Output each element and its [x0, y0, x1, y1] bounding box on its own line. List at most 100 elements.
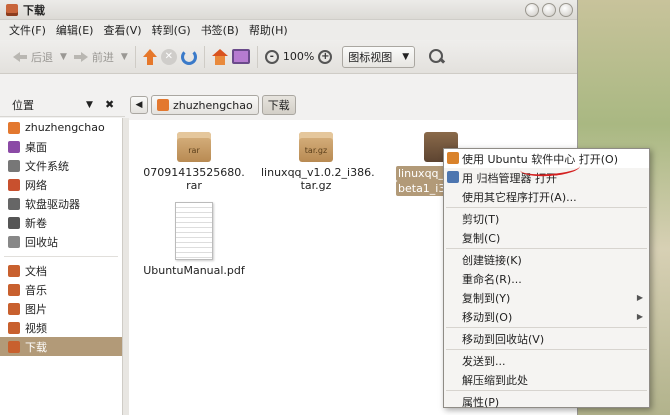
sidebar-item[interactable]: 视频: [0, 318, 122, 337]
ctx-open-with[interactable]: 使用其它程序打开(A)...: [444, 187, 649, 206]
menu-separator: [446, 248, 647, 249]
sidebar-item[interactable]: 新卷: [0, 213, 122, 232]
file-item[interactable]: tar.gz linuxqq_v1.0.2_i386. tar.gz: [261, 132, 375, 192]
ctx-copy-to[interactable]: 复制到(Y) ▶: [444, 288, 649, 307]
archive-manager-icon: [447, 171, 459, 183]
back-label: 后退: [31, 50, 53, 64]
file-item[interactable]: UbuntuManual.pdf: [139, 202, 249, 277]
stop-icon[interactable]: ✕: [160, 48, 177, 65]
computer-icon[interactable]: [231, 49, 250, 64]
forward-button[interactable]: 前进: [71, 47, 117, 67]
documents-folder-icon: [8, 264, 20, 277]
forward-history-dropdown[interactable]: ▼: [121, 52, 128, 62]
software-center-icon: [447, 152, 459, 164]
breadcrumb-current[interactable]: 下载: [261, 95, 296, 115]
sidebar-item[interactable]: 音乐: [0, 280, 122, 299]
videos-folder-icon: [8, 321, 20, 334]
breadcrumb: ◀ zhuzhengchao 下载: [130, 93, 296, 117]
sidebar-title[interactable]: 位置: [12, 97, 34, 113]
sidebar-item[interactable]: 图片: [0, 299, 122, 318]
ctx-properties[interactable]: 属性(P): [444, 392, 649, 411]
file-name: 07091413525680.: [143, 166, 245, 179]
chevron-down-icon[interactable]: ▼: [86, 100, 93, 110]
menubar: 文件(F) 编辑(E) 查看(V) 转到(G) 书签(B) 帮助(H): [0, 20, 577, 40]
folder-icon: [6, 3, 18, 16]
sidebar-item[interactable]: 文件系统: [0, 156, 122, 175]
menu-separator: [446, 349, 647, 350]
view-mode-select[interactable]: 图标视图 ▼: [342, 45, 416, 68]
path-left-arrow-icon[interactable]: ◀: [130, 96, 148, 114]
ctx-send-to[interactable]: 发送到...: [444, 351, 649, 370]
ctx-rename[interactable]: 重命名(R)...: [444, 269, 649, 288]
file-name: UbuntuManual.pdf: [143, 264, 245, 277]
ctx-extract-here[interactable]: 解压缩到此处: [444, 370, 649, 389]
ctx-move-to[interactable]: 移动到(O) ▶: [444, 307, 649, 326]
menu-go[interactable]: 转到(G): [147, 22, 196, 38]
sidebar-item-label: zhuzhengchao: [25, 121, 105, 134]
sidebar-item[interactable]: 网络: [0, 175, 122, 194]
sidebar-item-label: 新卷: [25, 216, 47, 230]
file-name-ext: rar: [186, 179, 202, 192]
reload-icon[interactable]: [180, 48, 197, 65]
sidebar-item-label: 网络: [25, 178, 47, 192]
sidebar-item[interactable]: 文档: [0, 261, 122, 280]
forward-label: 前进: [91, 50, 114, 64]
back-arrow-icon: [13, 51, 27, 63]
toolbar: 后退 ▼ 前进 ▼ ✕ - 100% + 图标视图 ▼: [0, 40, 577, 74]
back-button[interactable]: 后退: [10, 47, 56, 67]
desktop-icon: [8, 140, 20, 153]
close-sidebar-icon[interactable]: ✖: [105, 98, 114, 111]
zoom-out-icon[interactable]: -: [264, 49, 279, 64]
window-controls: [525, 3, 573, 17]
ctx-copy[interactable]: 复制(C): [444, 228, 649, 247]
ctx-make-link[interactable]: 创建链接(K): [444, 250, 649, 269]
sidebar-item[interactable]: 桌面: [0, 137, 122, 156]
home-icon[interactable]: [211, 48, 228, 65]
zoom-in-icon[interactable]: +: [318, 49, 333, 64]
zoom-level: 100%: [282, 50, 315, 63]
home-folder-icon: [8, 121, 20, 134]
filesystem-icon: [8, 159, 20, 172]
menu-separator: [446, 390, 647, 391]
menu-bookmarks[interactable]: 书签(B): [196, 22, 244, 38]
menu-help[interactable]: 帮助(H): [244, 22, 293, 38]
trash-icon: [8, 235, 20, 248]
sidebar-header: 位置 ▼ ✖: [0, 93, 125, 117]
sidebar-item-label: 视频: [25, 321, 47, 335]
downloads-folder-icon: [8, 340, 20, 353]
sidebar-item-label: 回收站: [25, 235, 58, 249]
menu-file[interactable]: 文件(F): [4, 22, 51, 38]
file-item[interactable]: rar 07091413525680. rar: [139, 132, 249, 192]
sidebar-item[interactable]: zhuzhengchao: [0, 118, 122, 137]
minimize-button[interactable]: [525, 3, 539, 17]
sidebar-item[interactable]: 回收站: [0, 232, 122, 251]
close-button[interactable]: [559, 3, 573, 17]
breadcrumb-home[interactable]: zhuzhengchao: [151, 95, 259, 115]
pdf-document-icon: [175, 202, 213, 260]
sidebar-item-label: 桌面: [25, 140, 47, 154]
view-mode-label: 图标视图: [348, 50, 393, 64]
ctx-cut[interactable]: 剪切(T): [444, 209, 649, 228]
sidebar-divider: [4, 251, 118, 257]
file-name: linuxqq_v1.0.2_i386.: [261, 166, 375, 179]
sidebar-item[interactable]: 下载: [0, 337, 122, 356]
menu-edit[interactable]: 编辑(E): [51, 22, 99, 38]
ctx-move-to-trash[interactable]: 移动到回收站(V): [444, 329, 649, 348]
chevron-down-icon: ▼: [402, 51, 410, 62]
breadcrumb-current-label: 下载: [267, 99, 290, 112]
volume-icon: [8, 216, 20, 229]
menu-separator: [446, 327, 647, 328]
maximize-button[interactable]: [542, 3, 556, 17]
toolbar-separator: [256, 45, 258, 68]
toolbar-separator: [203, 45, 205, 68]
menu-view[interactable]: 查看(V): [98, 22, 146, 38]
sidebar-item[interactable]: 软盘驱动器: [0, 194, 122, 213]
sidebar: zhuzhengchao 桌面文件系统网络软盘驱动器新卷回收站 文档 音乐 图片视频下…: [0, 118, 123, 415]
context-menu: 使用 Ubuntu 软件中心 打开(O) 用 归档管理器 打开 使用其它程序打开…: [443, 148, 650, 411]
home-folder-icon: [157, 99, 169, 111]
breadcrumb-home-label: zhuzhengchao: [173, 98, 253, 112]
back-history-dropdown[interactable]: ▼: [60, 52, 67, 62]
up-arrow-icon[interactable]: [142, 48, 157, 65]
search-icon[interactable]: [429, 48, 445, 65]
forward-arrow-icon: [73, 51, 88, 63]
